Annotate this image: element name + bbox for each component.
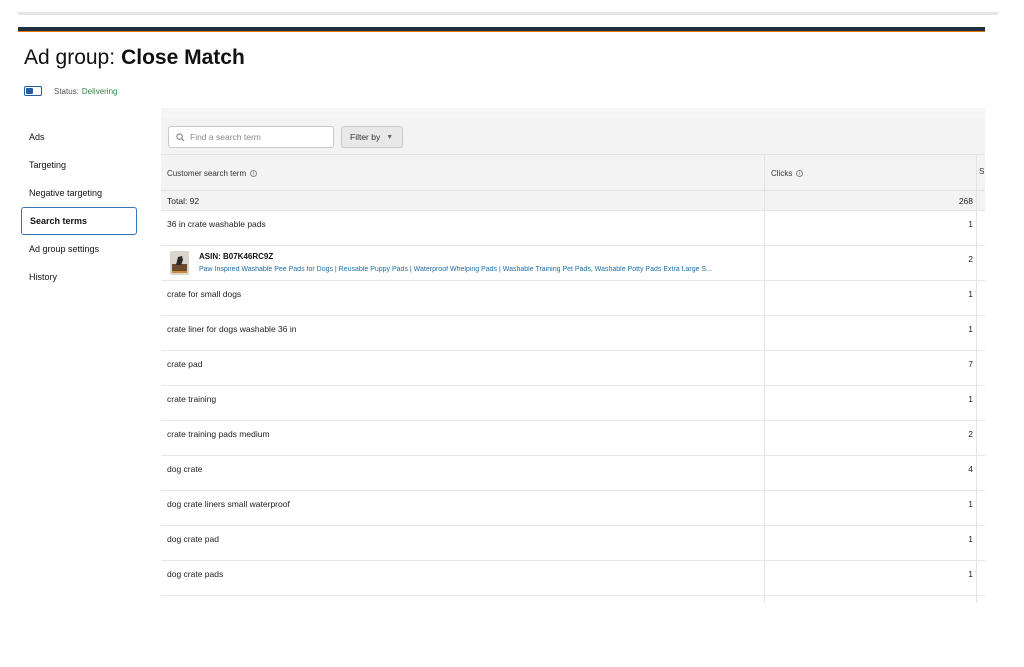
- column-divider: [976, 386, 977, 420]
- delivery-toggle[interactable]: [24, 86, 42, 96]
- search-input[interactable]: [190, 132, 320, 142]
- clicks-value: 1: [968, 499, 973, 509]
- status-row: Status: Delivering: [24, 84, 117, 98]
- column-divider: [976, 561, 977, 595]
- total-row: Total: 92 268: [161, 191, 985, 211]
- column-divider: [976, 526, 977, 560]
- sidebar-item-label: Negative targeting: [29, 188, 103, 198]
- search-term: crate pad: [167, 359, 203, 369]
- table-header: Customer search term i Clicks i S: [161, 155, 985, 191]
- product-thumbnail: [170, 251, 189, 275]
- ad-group-name: Close Match: [121, 46, 245, 69]
- column-divider: [976, 155, 977, 190]
- column-divider: [976, 191, 977, 210]
- table-row: crate for small dogs 1: [161, 281, 985, 316]
- sidebar-item-label: History: [29, 272, 58, 282]
- search-term: crate liner for dogs washable 36 in: [167, 324, 297, 334]
- status-value: Delivering: [81, 86, 118, 96]
- search-term: dog crate pad: [167, 534, 219, 544]
- column-divider: [976, 211, 977, 245]
- table-row: 36 in crate washable pads 1: [161, 211, 985, 246]
- sidebar-item-search-terms[interactable]: Search terms: [21, 207, 137, 235]
- column-divider: [976, 421, 977, 455]
- clicks-value: 1: [968, 394, 973, 404]
- column-divider: [976, 596, 977, 603]
- chevron-down-icon: ▼: [386, 133, 394, 141]
- main-body: Ads Targeting Negative targeting Search …: [18, 108, 985, 603]
- search-term: crate training pads medium: [167, 429, 270, 439]
- sidebar-item-label: Ads: [29, 132, 45, 142]
- column-header-label: Clicks: [771, 168, 793, 178]
- search-term: dog crate liners small waterproof: [167, 499, 290, 509]
- filter-by-button[interactable]: Filter by ▼: [341, 126, 403, 148]
- table-row: crate training pads medium 2: [161, 421, 985, 456]
- table-toolbar: Filter by ▼: [161, 118, 985, 155]
- sidebar-item-targeting[interactable]: Targeting: [21, 151, 137, 179]
- column-divider: [764, 596, 765, 603]
- clicks-value: 2: [968, 429, 973, 439]
- product-title-link[interactable]: Paw Inspired Washable Pee Pads for Dogs …: [199, 266, 759, 273]
- column-divider: [976, 281, 977, 315]
- sidebar-item-history[interactable]: History: [21, 263, 137, 291]
- toggle-knob: [26, 88, 33, 94]
- window-top-edge: [18, 12, 998, 15]
- table-row: crate training 1: [161, 386, 985, 421]
- clicks-value: 1: [968, 289, 973, 299]
- total-clicks: 268: [958, 196, 973, 206]
- sidebar-item-ad-group-settings[interactable]: Ad group settings: [21, 235, 137, 263]
- search-terms-panel: Filter by ▼ Customer search term i Click…: [161, 118, 985, 603]
- info-icon[interactable]: i: [250, 169, 258, 177]
- column-header-label: Customer search term: [167, 168, 247, 178]
- clicks-value: 1: [968, 324, 973, 334]
- column-divider: [976, 316, 977, 350]
- table-row: crate pad 7: [161, 351, 985, 386]
- table-row: dog crate 4: [161, 456, 985, 491]
- search-term: dog crate pads: [167, 569, 224, 579]
- product-image-icon: [170, 251, 189, 275]
- column-divider: [976, 456, 977, 490]
- column-header-search-term[interactable]: Customer search term i: [161, 155, 764, 191]
- column-divider: [976, 246, 977, 280]
- page-title: Ad group: Close Match: [24, 46, 245, 70]
- asin-label: ASIN: B07K46RC9Z: [199, 252, 274, 261]
- table-row: dog crate pads 1: [161, 561, 985, 596]
- column-header-next: S: [979, 167, 985, 176]
- column-divider: [976, 491, 977, 525]
- table-row: crate liner for dogs washable 36 in 1: [161, 316, 985, 351]
- table-row-asin: ASIN: B07K46RC9Z Paw Inspired Washable P…: [161, 246, 985, 281]
- table-row: [161, 596, 985, 603]
- status-label: Status:: [54, 86, 79, 96]
- search-term: crate training: [167, 394, 217, 404]
- sidebar-item-label: Search terms: [30, 216, 88, 226]
- search-box[interactable]: [168, 126, 334, 148]
- table-row: dog crate pad 1: [161, 526, 985, 561]
- sidebar-item-negative-targeting[interactable]: Negative targeting: [21, 179, 137, 207]
- clicks-value: 2: [968, 254, 973, 264]
- clicks-value: 1: [968, 534, 973, 544]
- sidebar-nav: Ads Targeting Negative targeting Search …: [18, 108, 161, 603]
- sidebar-item-label: Ad group settings: [29, 244, 100, 254]
- search-terms-table: Customer search term i Clicks i S Total:…: [161, 155, 985, 603]
- filter-by-label: Filter by: [350, 132, 381, 142]
- column-header-clicks[interactable]: Clicks i: [765, 155, 976, 191]
- search-term: dog crate: [167, 464, 203, 474]
- ad-group-header: Ad group: Close Match Status: Delivering: [18, 32, 985, 108]
- search-icon: [176, 132, 185, 141]
- clicks-value: 7: [968, 359, 973, 369]
- table-row: dog crate liners small waterproof 1: [161, 491, 985, 526]
- search-term: 36 in crate washable pads: [167, 219, 266, 229]
- clicks-value: 1: [968, 219, 973, 229]
- column-divider: [976, 351, 977, 385]
- sidebar-item-label: Targeting: [29, 160, 67, 170]
- info-icon[interactable]: i: [796, 169, 804, 177]
- sidebar-item-ads[interactable]: Ads: [21, 123, 137, 151]
- total-label: Total: 92: [167, 196, 200, 206]
- search-term: crate for small dogs: [167, 289, 242, 299]
- clicks-value: 4: [968, 464, 973, 474]
- clicks-value: 1: [968, 569, 973, 579]
- page-title-prefix: Ad group:: [24, 46, 116, 69]
